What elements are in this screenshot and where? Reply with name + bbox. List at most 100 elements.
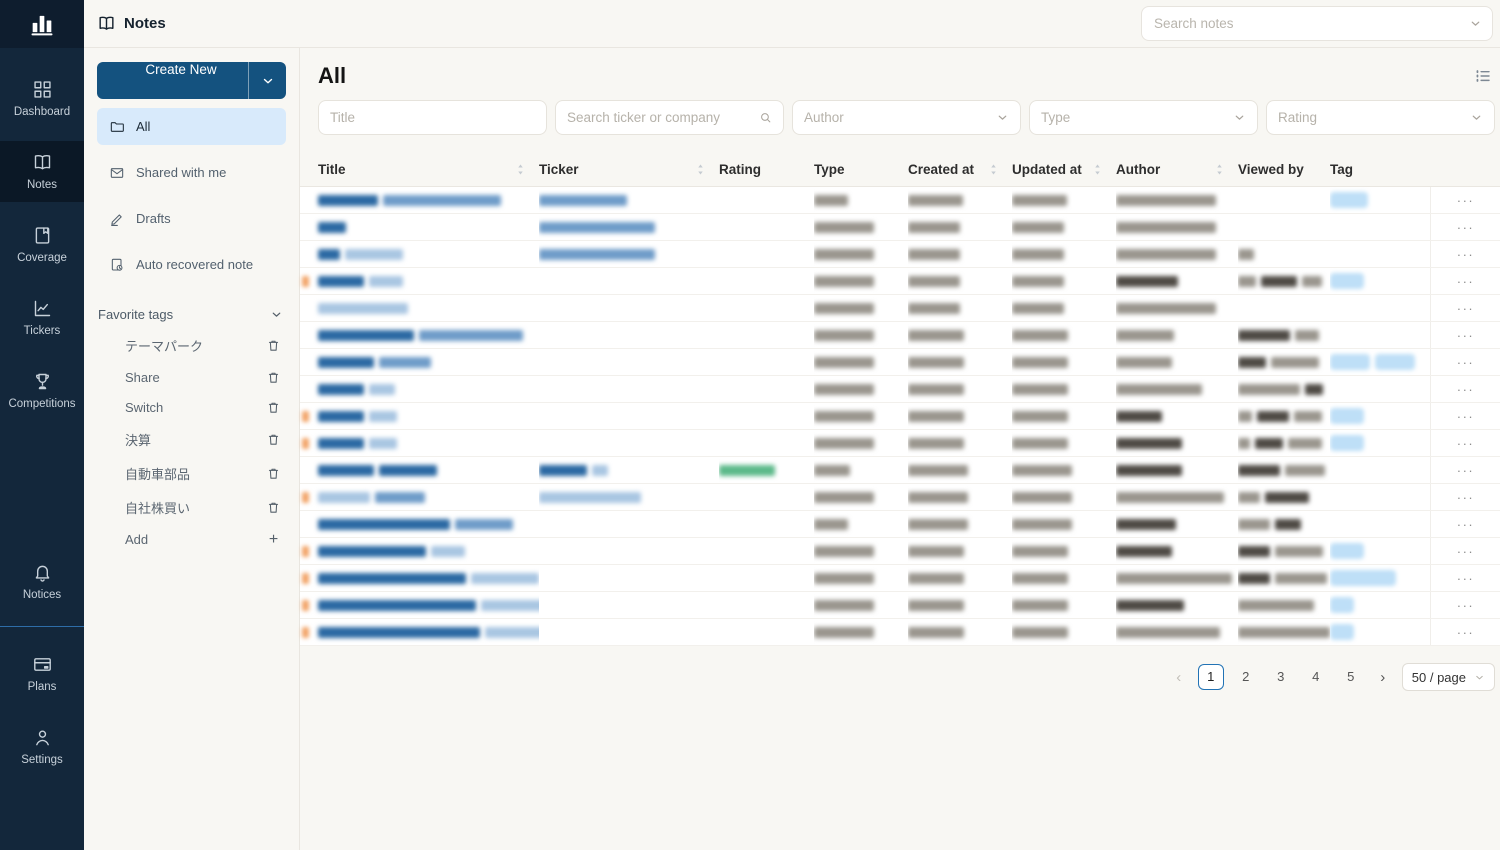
filter-type-select[interactable]: Type [1029,100,1258,135]
list-icon[interactable] [1474,67,1492,85]
favorite-tag-tag-6[interactable]: 自社株買い [97,490,286,524]
row-actions-button[interactable]: ··· [1430,241,1500,267]
filter-author-select[interactable]: Author [792,100,1021,135]
page-size-select[interactable]: 50 / page [1402,663,1495,691]
filter-title-input[interactable] [318,100,547,135]
pagination-prev[interactable]: ‹ [1169,669,1189,686]
notes-nav-item-label: All [136,119,150,134]
row-actions-button[interactable]: ··· [1430,565,1500,591]
column-header-created-at[interactable]: Created at [908,153,1012,186]
table-row[interactable]: ··· [300,241,1500,268]
sidebar-item-settings[interactable]: Settings [0,716,84,777]
trash-icon[interactable] [266,370,281,385]
row-actions-button[interactable]: ··· [1430,349,1500,375]
sort-icon[interactable] [516,163,525,176]
table-row[interactable]: ··· [300,484,1500,511]
sort-icon[interactable] [1093,163,1102,176]
notes-nav-item-auto-recovered-note[interactable]: Auto recovered note [97,246,286,283]
favorite-tag-tag-1[interactable]: テーマパーク [97,328,286,362]
row-actions-button[interactable]: ··· [1430,484,1500,510]
table-row[interactable]: ··· [300,268,1500,295]
row-actions-button[interactable]: ··· [1430,268,1500,294]
column-header-ticker[interactable]: Ticker [539,153,719,186]
row-actions-button[interactable]: ··· [1430,376,1500,402]
create-new-dropdown-button[interactable] [248,62,286,99]
filter-title-field[interactable] [330,110,535,125]
sidebar-item-dashboard[interactable]: Dashboard [0,68,84,129]
redacted-text [318,465,374,476]
global-search[interactable] [1141,6,1493,41]
pagination-page-2[interactable]: 2 [1233,664,1259,690]
filter-rating-select[interactable]: Rating [1266,100,1495,135]
table-row[interactable]: ··· [300,349,1500,376]
trash-icon[interactable] [266,432,281,447]
column-header-updated-at[interactable]: Updated at [1012,153,1116,186]
redacted-text [1012,438,1068,449]
table-row[interactable]: ··· [300,457,1500,484]
filter-ticker-input[interactable] [555,100,784,135]
redacted-text [1012,357,1068,368]
trash-icon[interactable] [266,466,281,481]
app-logo[interactable] [0,0,84,48]
table-row[interactable]: ··· [300,592,1500,619]
sidebar-item-tickers[interactable]: Tickers [0,287,84,348]
column-header-author[interactable]: Author [1116,153,1238,186]
pagination-page-3[interactable]: 3 [1268,664,1294,690]
create-new-button[interactable]: Create New [97,62,248,99]
row-actions-button[interactable]: ··· [1430,592,1500,618]
table-row[interactable]: ··· [300,295,1500,322]
row-actions-button[interactable]: ··· [1430,619,1500,645]
table-row[interactable]: ··· [300,430,1500,457]
favorite-tag-switch[interactable]: Switch [97,392,286,422]
sort-icon[interactable] [1215,163,1224,176]
pagination-next[interactable]: › [1373,669,1393,686]
favorite-tag-tag-5[interactable]: 自動車部品 [97,456,286,490]
trash-icon[interactable] [266,500,281,515]
row-actions-button[interactable]: ··· [1430,430,1500,456]
sidebar-item-notices[interactable]: Notices [0,551,84,612]
row-actions-button[interactable]: ··· [1430,187,1500,213]
trash-icon[interactable] [266,400,281,415]
table-body: ········································… [300,187,1500,646]
column-header-title[interactable]: Title [300,153,539,186]
sort-icon[interactable] [989,163,998,176]
table-row[interactable]: ··· [300,187,1500,214]
pagination-page-5[interactable]: 5 [1338,664,1364,690]
notes-nav-item-all[interactable]: All [97,108,286,145]
row-actions-button[interactable]: ··· [1430,322,1500,348]
sort-icon[interactable] [696,163,705,176]
row-actions-button[interactable]: ··· [1430,295,1500,321]
search-notes-input[interactable] [1154,16,1469,31]
table-row[interactable]: ··· [300,619,1500,646]
table-row[interactable]: ··· [300,511,1500,538]
sidebar-item-notes[interactable]: Notes [0,141,84,202]
table-row[interactable]: ··· [300,538,1500,565]
redacted-text [908,330,964,341]
sidebar-item-competitions[interactable]: Competitions [0,360,84,421]
cell-created-at [908,511,1012,537]
row-actions-button[interactable]: ··· [1430,538,1500,564]
pagination-page-1[interactable]: 1 [1198,664,1224,690]
table-row[interactable]: ··· [300,376,1500,403]
table-row[interactable]: ··· [300,565,1500,592]
row-actions-button[interactable]: ··· [1430,403,1500,429]
notes-nav-item-drafts[interactable]: Drafts [97,200,286,237]
row-actions-button[interactable]: ··· [1430,511,1500,537]
tag-pill [1375,354,1415,370]
notes-nav-item-shared-with-me[interactable]: Shared with me [97,154,286,191]
table-row[interactable]: ··· [300,214,1500,241]
row-actions-button[interactable]: ··· [1430,457,1500,483]
shell: Notes Create New [84,0,1500,850]
table-row[interactable]: ··· [300,403,1500,430]
pagination-page-4[interactable]: 4 [1303,664,1329,690]
table-row[interactable]: ··· [300,322,1500,349]
sidebar-item-coverage[interactable]: Coverage [0,214,84,275]
filter-ticker-field[interactable] [567,110,759,125]
favorite-tag-share[interactable]: Share [97,362,286,392]
favorite-tag-tag-4[interactable]: 決算 [97,422,286,456]
add-tag-row[interactable]: Add+ [97,524,286,554]
row-actions-button[interactable]: ··· [1430,214,1500,240]
trash-icon[interactable] [266,338,281,353]
favorite-tags-header[interactable]: Favorite tags [97,307,286,322]
sidebar-item-plans[interactable]: Plans [0,643,84,704]
